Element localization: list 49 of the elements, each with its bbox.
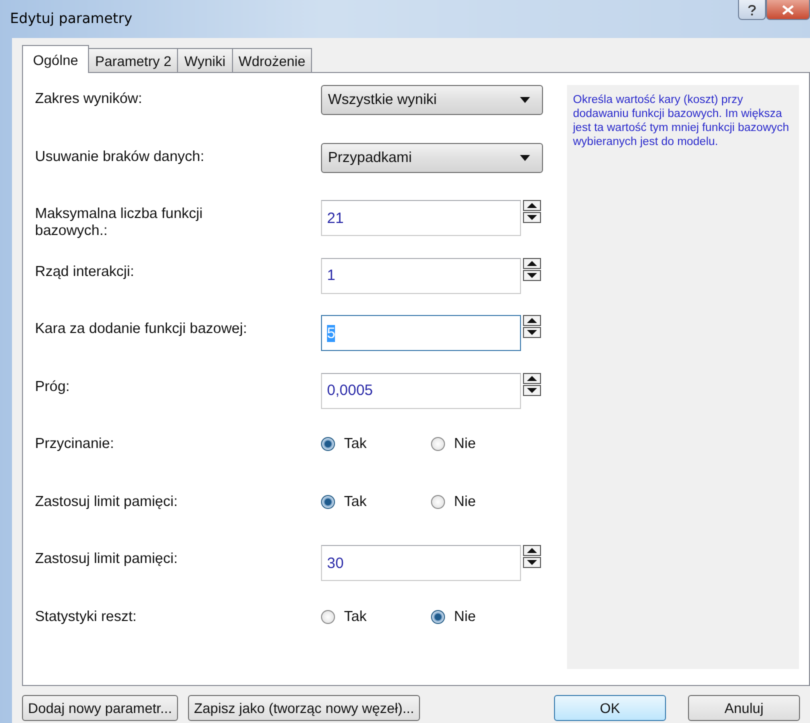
action-button[interactable]: Zapisz jako (tworząc nowy węzeł)...: [188, 695, 420, 721]
close-icon: [782, 4, 794, 14]
radio-option[interactable]: Nie: [431, 494, 541, 510]
radio-option[interactable]: Tak: [321, 608, 431, 624]
help-icon: [747, 4, 757, 16]
cancel-button[interactable]: Anuluj: [688, 695, 800, 721]
tab[interactable]: Wyniki: [177, 48, 233, 72]
radio-button[interactable]: [431, 494, 445, 508]
radio-option[interactable]: Tak: [321, 494, 431, 510]
radio-option[interactable]: Nie: [431, 436, 541, 452]
action-button[interactable]: Dodaj nowy parametr...: [22, 695, 178, 721]
spinner[interactable]: [523, 258, 541, 280]
radio-button[interactable]: [321, 494, 335, 508]
help-text: Określa wartość kary (koszt) przy dodawaniu funkcji bazowych. Im większa jest ta wartość tym mniej funkcji bazowych wybieranych jest do modelu.: [573, 93, 790, 149]
number-field[interactable]: 1: [321, 258, 521, 294]
dropdown[interactable]: Wszystkie wyniki: [321, 85, 543, 115]
spinner[interactable]: [523, 372, 541, 396]
field-label: Statystyki reszt:: [35, 608, 138, 626]
radio-option[interactable]: Nie: [431, 608, 541, 624]
field-label: Rząd interakcji:: [35, 262, 136, 280]
spinner[interactable]: [523, 545, 541, 568]
window-title: Edytuj parametry: [10, 11, 132, 27]
field-label: Zakres wyników:: [35, 90, 144, 108]
tab[interactable]: Ogólne: [22, 45, 90, 73]
field-label: Próg:: [35, 378, 71, 396]
tab[interactable]: Parametry 2: [88, 48, 178, 72]
help-button[interactable]: [738, 0, 766, 20]
spinner[interactable]: [523, 315, 541, 338]
caret-icon: [520, 154, 530, 160]
number-field[interactable]: 21: [321, 200, 521, 236]
close-button[interactable]: [766, 0, 810, 20]
radio-button[interactable]: [431, 437, 445, 451]
radio-button[interactable]: [321, 610, 335, 624]
field-label: Zastosuj limit pamięci:: [35, 492, 179, 510]
dropdown[interactable]: Przypadkami: [321, 142, 543, 172]
caret-icon: [520, 97, 530, 103]
field-label: Zastosuj limit pamięci:: [35, 550, 179, 568]
ok-button[interactable]: OK: [554, 695, 666, 721]
number-field[interactable]: 0,0005: [321, 372, 521, 408]
field-label: Przycinanie:: [35, 435, 115, 453]
spinner[interactable]: [523, 200, 541, 223]
radio-option[interactable]: Tak: [321, 436, 431, 452]
field-label: Usuwanie braków danych:: [35, 148, 206, 166]
radio-button[interactable]: [431, 610, 445, 624]
field-label: Kara za dodanie funkcji bazowej:: [35, 320, 248, 338]
field-label: Maksymalna liczba funkcji bazowych.:: [35, 205, 204, 240]
radio-button[interactable]: [321, 437, 335, 451]
tab[interactable]: Wdrożenie: [232, 48, 312, 72]
number-field[interactable]: 30: [321, 545, 521, 581]
